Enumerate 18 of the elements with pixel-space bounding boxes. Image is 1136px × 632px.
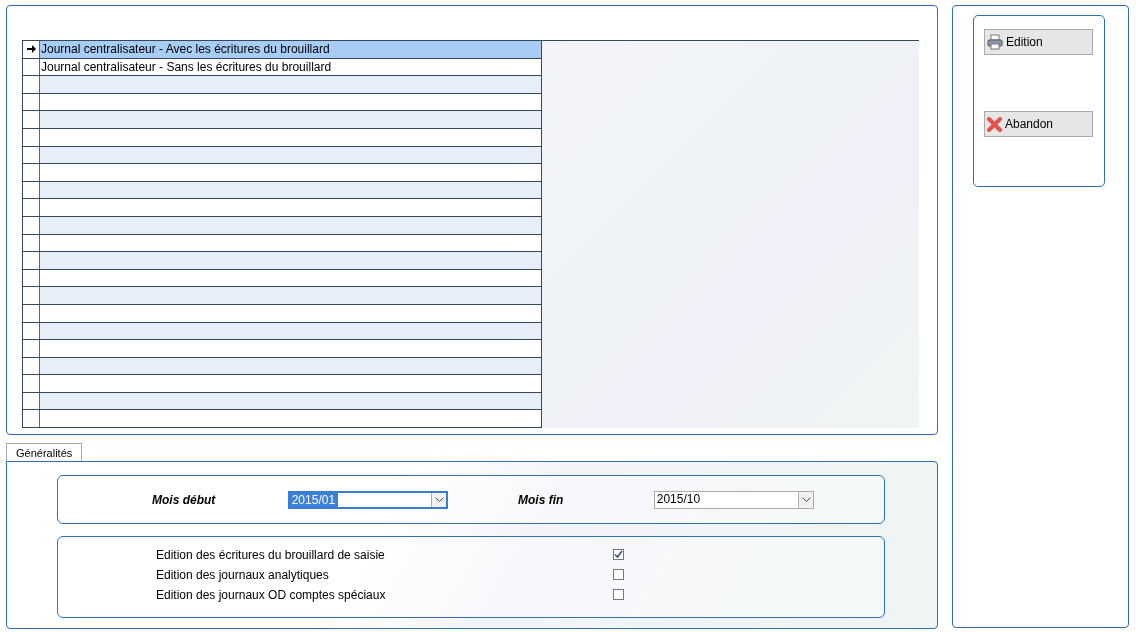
month-dropdown[interactable]: 2015/10 (653, 490, 814, 509)
journal-row[interactable]: Journal centralisateur - Avec les écritures du brouillard (40, 41, 541, 58)
checkbox[interactable] (613, 569, 624, 580)
printer-icon (987, 34, 1003, 50)
option-label: Edition des journaux analytiques (156, 567, 330, 582)
chevron-down-icon (434, 497, 444, 502)
checkbox[interactable] (613, 589, 624, 600)
chevron-down-icon (801, 497, 811, 502)
print-button[interactable]: Edition (984, 29, 1093, 55)
option-label: Edition des journaux OD comptes spéciaux (156, 587, 387, 602)
field-label: Mois début (152, 492, 217, 507)
month-dropdown[interactable]: 2015/01 (287, 490, 448, 509)
checkbox[interactable] (613, 549, 624, 560)
cancel-button[interactable]: Abandon (984, 111, 1093, 137)
option-label: Edition des écritures du brouillard de saisie (156, 547, 386, 562)
close-icon (987, 116, 1002, 132)
tab[interactable]: Généralités (6, 443, 83, 461)
field-label: Mois fin (518, 492, 565, 507)
